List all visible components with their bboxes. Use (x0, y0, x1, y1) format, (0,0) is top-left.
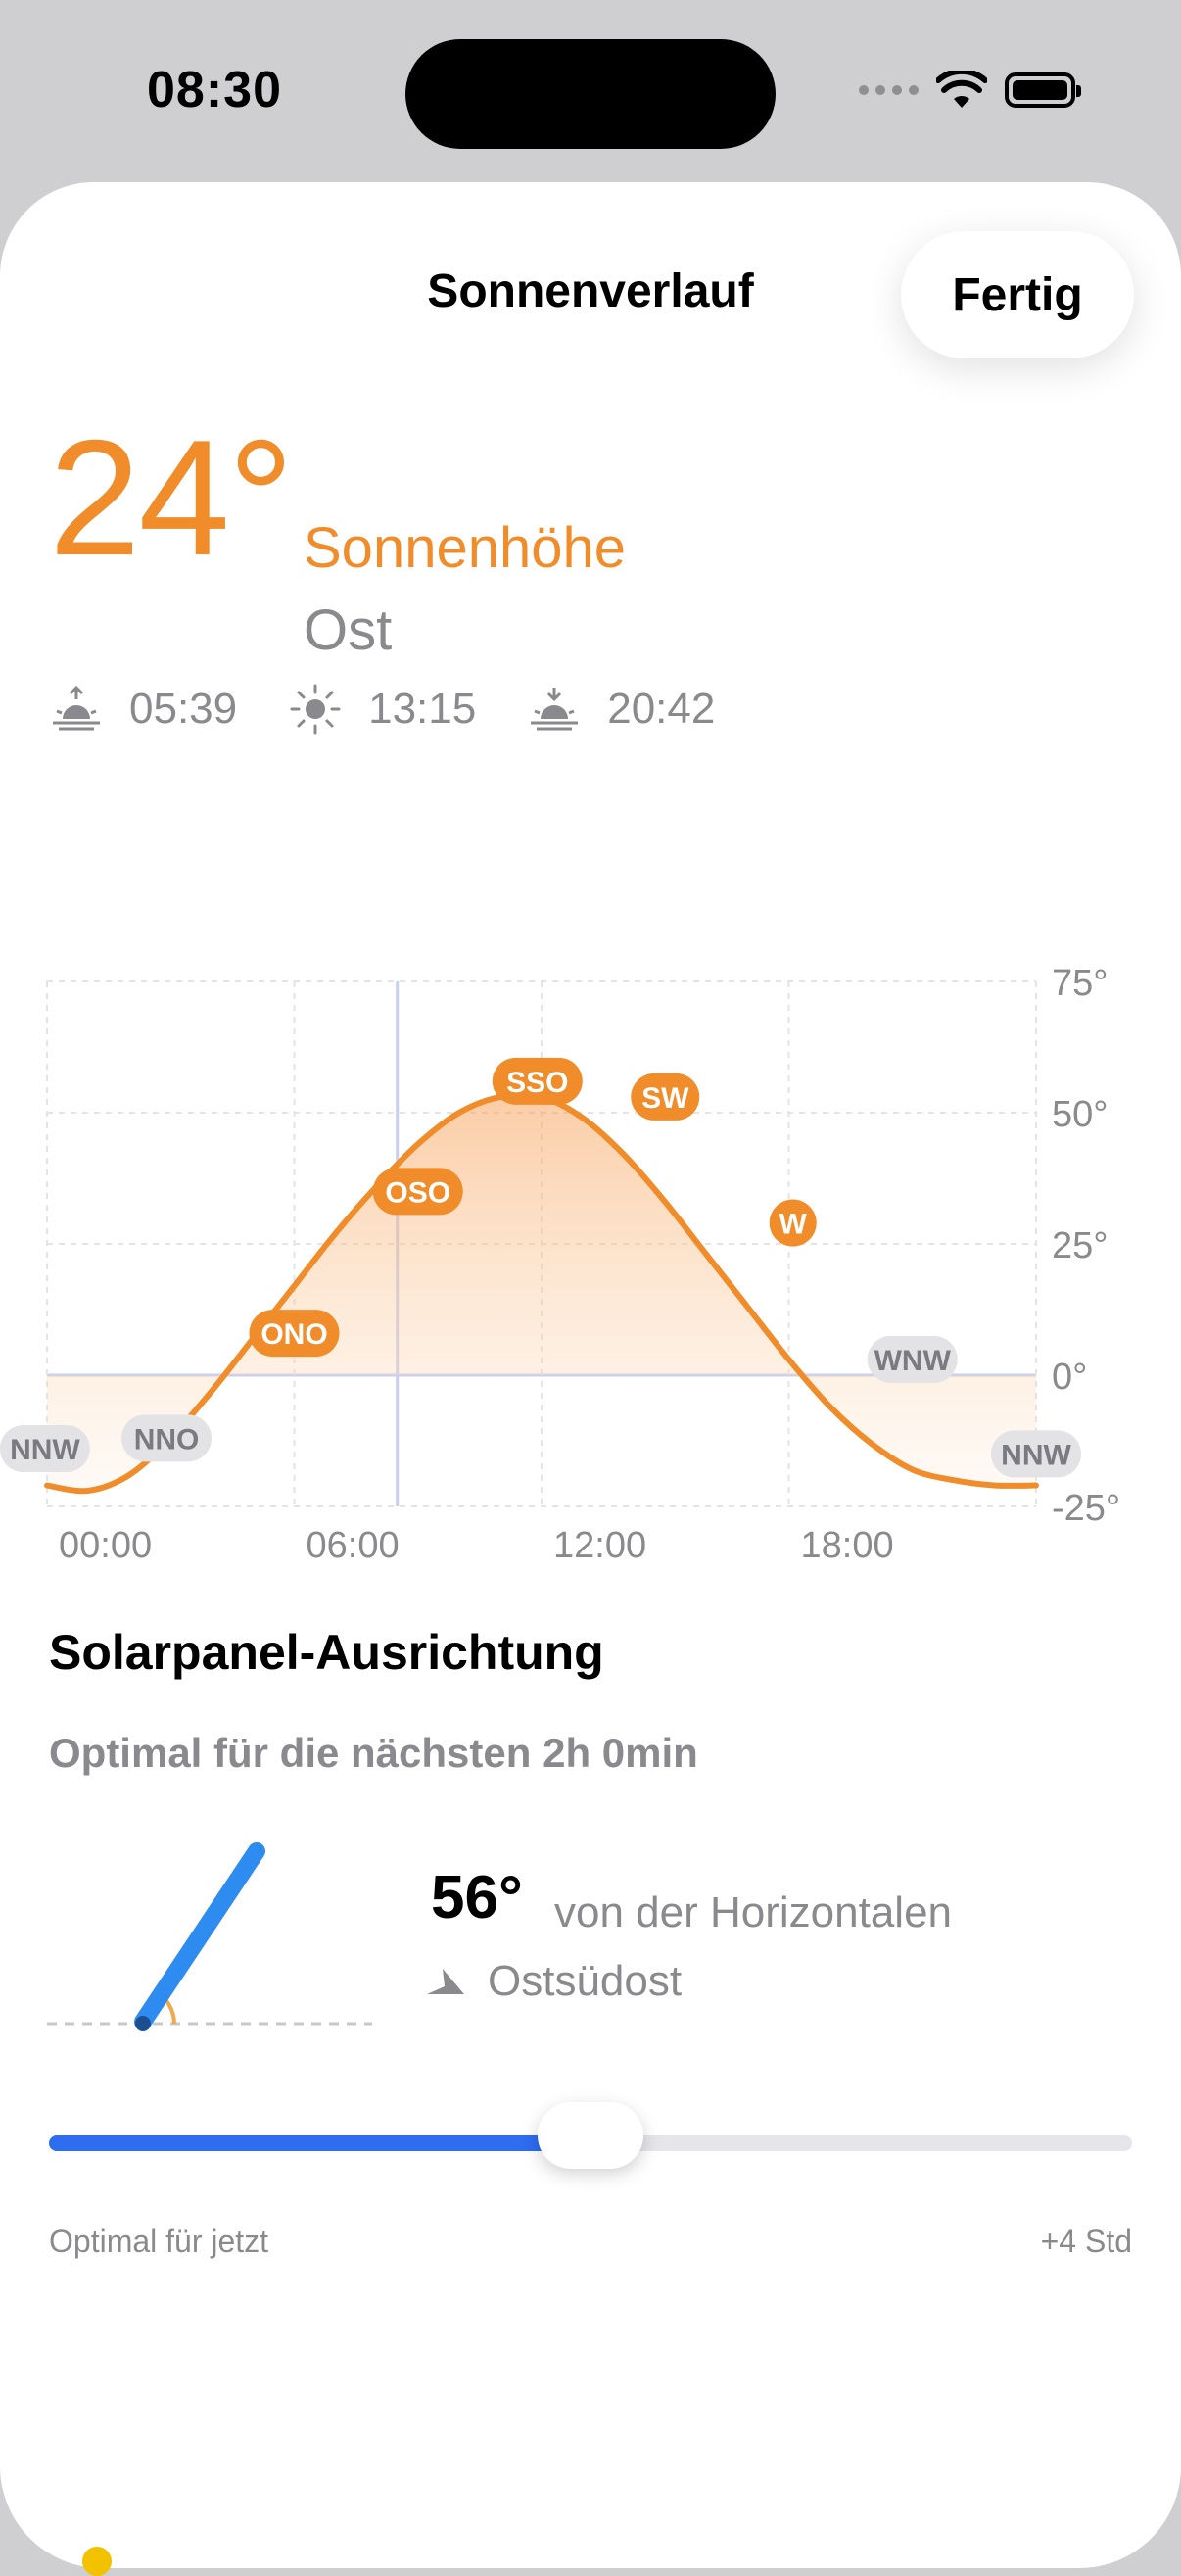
direction-label: W (769, 1199, 817, 1247)
sunrise-icon (53, 685, 100, 731)
direction-label: WNW (867, 1335, 958, 1383)
direction-pill-text: SSO (506, 1067, 568, 1099)
underlying-content-icon (82, 2547, 112, 2576)
sun-altitude-label: Sonnenhöhe (304, 516, 626, 580)
sun-altitude-chart: NNW NNO ONO OSO SSO SW W WNW NNW 75° 50° 25° 0° -25°… (0, 963, 1120, 1566)
sun-times-row: 05:39 13:15 20:42 (49, 682, 766, 737)
time-slider-thumb[interactable] (538, 2102, 643, 2169)
y-tick-label: 50° (1052, 1094, 1108, 1135)
solar-panel-title: Solarpanel-Ausrichtung (49, 1625, 604, 1680)
direction-pill-text: ONO (260, 1318, 327, 1351)
direction-label: OSO (372, 1168, 463, 1216)
slider-left-label: Optimal für jetzt (49, 2223, 269, 2259)
panel-tilt-value: 56° (431, 1864, 523, 1932)
direction-pill-text: NNW (1001, 1439, 1071, 1471)
direction-label: SSO (492, 1057, 583, 1105)
battery-icon (1005, 72, 1081, 108)
direction-pill-text: W (779, 1209, 808, 1241)
sun-path-sheet: Sonnenverlauf Fertig 24° Sonnenhöhe Ost … (0, 182, 1181, 2568)
x-tick-label: 06:00 (307, 1525, 400, 1566)
x-tick-label: 00:00 (59, 1525, 152, 1566)
sunset-item: 20:42 (527, 682, 715, 737)
sunset-icon (531, 688, 579, 731)
y-tick-label: 75° (1052, 963, 1108, 1004)
panel-tilt-description: von der Horizontalen (554, 1888, 953, 1936)
x-tick-label: 18:00 (801, 1525, 894, 1566)
panel-direction-row: Ostsüdost (425, 1957, 682, 2006)
sunrise-time: 05:39 (129, 685, 238, 733)
status-time: 08:30 (147, 62, 282, 119)
slider-right-label: +4 Std (1040, 2223, 1132, 2259)
direction-label: NNO (121, 1414, 213, 1462)
wifi-icon (936, 71, 987, 108)
direction-label: NNW (991, 1430, 1081, 1478)
sun-icon (290, 684, 341, 735)
direction-label: SW (631, 1073, 700, 1121)
sun-direction: Ost (304, 598, 393, 662)
sunset-time: 20:42 (607, 685, 716, 733)
direction-pill-text: NNO (134, 1423, 200, 1455)
y-tick-label: 0° (1052, 1357, 1087, 1398)
location-arrow-icon (427, 1969, 464, 1994)
status-icons (859, 71, 1081, 110)
y-tick-label: 25° (1052, 1225, 1108, 1266)
direction-label: ONO (249, 1310, 340, 1358)
direction-pill-text: WNW (874, 1345, 952, 1377)
direction-label: NNW (0, 1425, 90, 1473)
direction-pill-text: SW (641, 1082, 689, 1115)
direction-pill-text: OSO (385, 1176, 450, 1209)
solar-noon-time: 13:15 (368, 685, 477, 733)
sun-altitude-value: 24° (49, 405, 294, 590)
dynamic-island (405, 39, 776, 149)
y-tick-label: -25° (1052, 1488, 1120, 1529)
done-button[interactable]: Fertig (901, 231, 1134, 358)
solar-panel-subtitle: Optimal für die nächsten 2h 0min (49, 1730, 698, 1776)
direction-pill-text: NNW (10, 1434, 80, 1466)
sunrise-item: 05:39 (49, 682, 237, 737)
time-slider-fill (49, 2135, 590, 2151)
cellular-signal-icon (859, 85, 919, 95)
panel-tilt-graphic (47, 1842, 372, 2031)
panel-direction: Ostsüdost (488, 1957, 683, 2005)
x-tick-label: 12:00 (553, 1525, 646, 1566)
solar-noon-item: 13:15 (288, 682, 476, 737)
